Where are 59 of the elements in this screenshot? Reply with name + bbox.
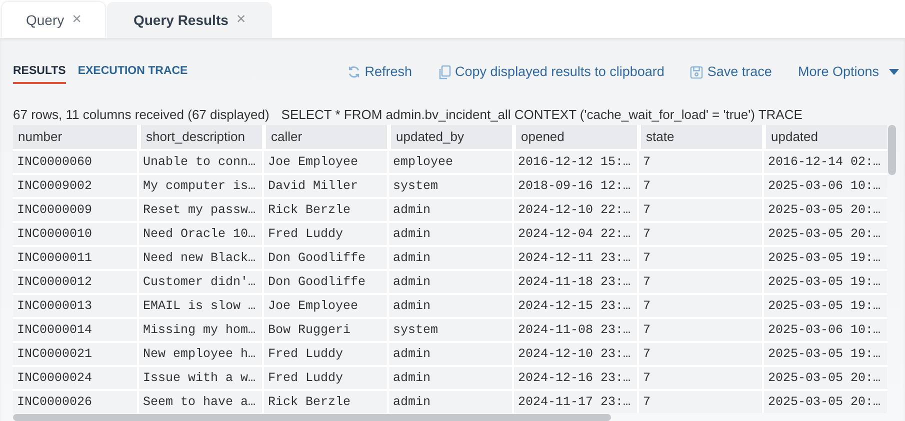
table-cell: 7 xyxy=(637,391,762,413)
table-cell: Issue with a w… xyxy=(137,367,262,389)
row-count: 67 rows, 11 columns received (67 displayed) xyxy=(13,106,270,124)
table-cell: Seem to have a… xyxy=(137,391,262,413)
table-cell: 7 xyxy=(637,367,762,389)
table-cell: admin xyxy=(387,271,512,293)
table-cell: 7 xyxy=(637,271,762,293)
toolbar-button[interactable]: Save trace xyxy=(690,62,772,82)
table-cell: Bow Ruggeri xyxy=(262,319,387,341)
table-cell: INC0000021 xyxy=(13,343,137,365)
table-cell: Missing my hom… xyxy=(137,319,262,341)
table-cell: system xyxy=(387,319,512,341)
table-cell: Customer didn'… xyxy=(137,271,262,293)
table-cell: Fred Luddy xyxy=(262,343,387,365)
table-cell: admin xyxy=(387,367,512,389)
table-cell: 2024-12-15 23:… xyxy=(512,295,637,317)
save-icon xyxy=(690,66,704,78)
menu-button[interactable]: More Options xyxy=(798,62,899,82)
table-cell: 2024-11-18 23:… xyxy=(512,271,637,293)
table-cell: 7 xyxy=(637,343,762,365)
table-cell: Rick Berzle xyxy=(262,391,387,413)
vertical-scrollbar[interactable] xyxy=(888,125,896,175)
horizontal-scrollbar[interactable] xyxy=(13,414,611,421)
table-cell: INC0000013 xyxy=(13,295,137,317)
copy-icon xyxy=(438,64,452,80)
table-cell: 2025-03-05 20:… xyxy=(762,367,887,389)
caret-icon xyxy=(889,69,899,75)
table-cell: admin xyxy=(387,391,512,413)
table-cell: 7 xyxy=(637,295,762,317)
table-cell: 2024-12-10 23:… xyxy=(512,343,637,365)
query-text: SELECT * FROM admin.bv_incident_all CONTEXT ('cache_wait_for_load' = 'true') TRACE xyxy=(281,106,802,124)
table-cell: 2025-03-05 19:… xyxy=(762,271,887,293)
table-cell: Fred Luddy xyxy=(262,367,387,389)
table-cell: 2024-11-08 23:… xyxy=(512,319,637,341)
table-cell: admin xyxy=(387,295,512,317)
table-cell: 2025-03-05 19:… xyxy=(762,343,887,365)
table-cell: 2025-03-06 10:… xyxy=(762,319,887,341)
subtab[interactable]: RESULTS xyxy=(13,60,66,84)
table-cell: admin xyxy=(387,343,512,365)
table-cell: 2024-11-17 23:… xyxy=(512,391,637,413)
table-cell: 2025-03-05 19:… xyxy=(762,295,887,317)
table-cell: Joe Employee xyxy=(262,295,387,317)
table-cell: New employee h… xyxy=(137,343,262,365)
table-cell: 2024-12-16 23:… xyxy=(512,367,637,389)
tab[interactable]: Query Results × xyxy=(107,2,272,38)
refresh-icon xyxy=(346,65,361,79)
toolbar-button[interactable]: Refresh xyxy=(346,62,412,82)
table-cell: INC0000026 xyxy=(13,391,137,413)
table-cell: INC0000024 xyxy=(13,367,137,389)
table-cell: 2025-03-05 20:… xyxy=(762,391,887,413)
table-cell: EMAIL is slow … xyxy=(137,295,262,317)
toolbar-button[interactable]: Copy displayed results to clipboard xyxy=(438,62,664,82)
subtab[interactable]: EXECUTION TRACE xyxy=(78,60,188,84)
table-cell: 7 xyxy=(637,319,762,341)
tab[interactable]: Query × xyxy=(2,2,106,38)
table-cell: INC0000014 xyxy=(13,319,137,341)
table-cell: Don Goodliffe xyxy=(262,271,387,293)
table-cell: INC0000012 xyxy=(13,271,137,293)
column-header[interactable]: number xyxy=(13,125,137,149)
